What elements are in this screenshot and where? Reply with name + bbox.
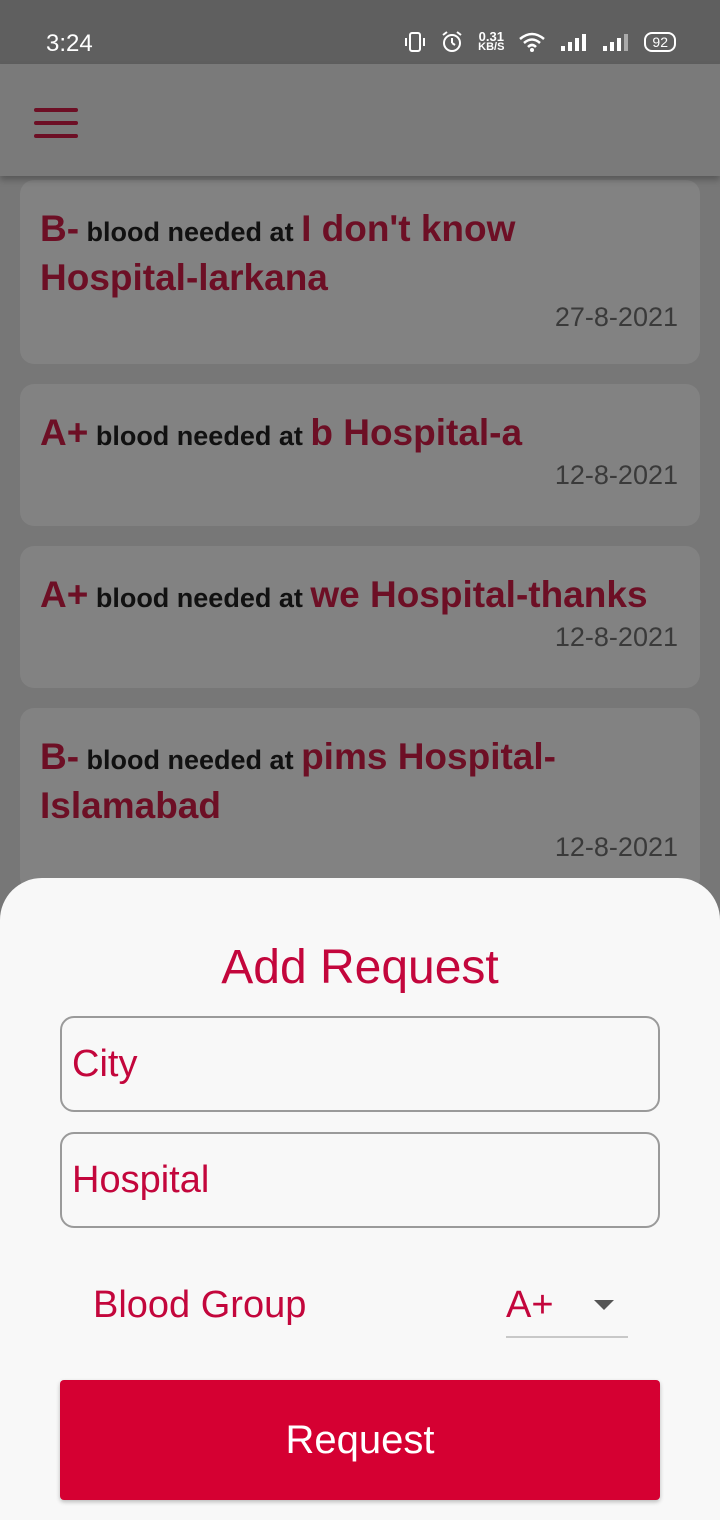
sheet-title: Add Request — [221, 941, 499, 994]
alarm-icon — [440, 30, 464, 54]
app-bar — [0, 64, 720, 176]
blood-group-dropdown[interactable]: A+ — [506, 1278, 628, 1338]
request-date: 27-8-2021 — [554, 302, 678, 332]
request-list: B- blood needed at I don't know Hospital… — [0, 176, 720, 896]
status-icons: 0.31 KB/S 92 — [404, 30, 676, 54]
request-date: 12-8-2021 — [554, 622, 678, 652]
wifi-icon — [518, 31, 546, 53]
net-speed-unit: KB/S — [478, 41, 505, 53]
vibrate-icon — [404, 31, 426, 53]
connector-text: blood needed at — [88, 583, 311, 613]
blood-group-label: Blood Group — [93, 1284, 307, 1326]
signal-icon-2 — [602, 32, 630, 52]
request-text: A+ blood needed at we Hospital-thanks — [40, 572, 678, 621]
signal-icon — [560, 32, 588, 52]
city-field — [60, 1016, 660, 1112]
connector-text: blood needed at — [88, 421, 311, 451]
net-speed: 0.31 KB/S — [478, 30, 505, 53]
connector-text: blood needed at — [79, 745, 302, 775]
hospital-field — [60, 1132, 660, 1228]
battery-icon: 92 — [644, 32, 676, 52]
blood-group: A+ — [40, 574, 89, 615]
request-date: 12-8-2021 — [554, 832, 678, 862]
status-time: 3:24 — [46, 30, 93, 57]
blood-group: A+ — [40, 412, 89, 453]
request-button[interactable]: Request — [60, 1380, 660, 1500]
request-card[interactable]: B- blood needed at pims Hospital-Islamab… — [20, 708, 700, 892]
request-text: B- blood needed at pims Hospital-Islamab… — [40, 734, 678, 829]
request-text: A+ blood needed at b Hospital-a — [40, 410, 678, 459]
request-card[interactable]: A+ blood needed at we Hospital-thanks 12… — [20, 546, 700, 688]
request-date: 12-8-2021 — [554, 460, 678, 490]
add-request-sheet: Add Request Blood Group A+ Request — [0, 878, 720, 1520]
blood-group: B- — [40, 208, 80, 249]
request-text: B- blood needed at I don't know Hospital… — [40, 206, 678, 301]
dropdown-arrow-icon — [594, 1300, 614, 1310]
hospital-input[interactable] — [62, 1134, 658, 1226]
hospital-location: we Hospital-thanks — [310, 574, 648, 615]
blood-group: B- — [40, 736, 80, 777]
connector-text: blood needed at — [79, 217, 302, 247]
request-card[interactable]: B- blood needed at I don't know Hospital… — [20, 180, 700, 364]
hamburger-menu-icon[interactable] — [34, 108, 78, 138]
request-card[interactable]: A+ blood needed at b Hospital-a 12-8-202… — [20, 384, 700, 526]
status-bar: 3:24 0.31 KB/S 92 — [0, 0, 720, 64]
city-input[interactable] — [62, 1018, 658, 1110]
blood-group-value: A+ — [506, 1284, 554, 1326]
hospital-location: b Hospital-a — [310, 412, 523, 453]
